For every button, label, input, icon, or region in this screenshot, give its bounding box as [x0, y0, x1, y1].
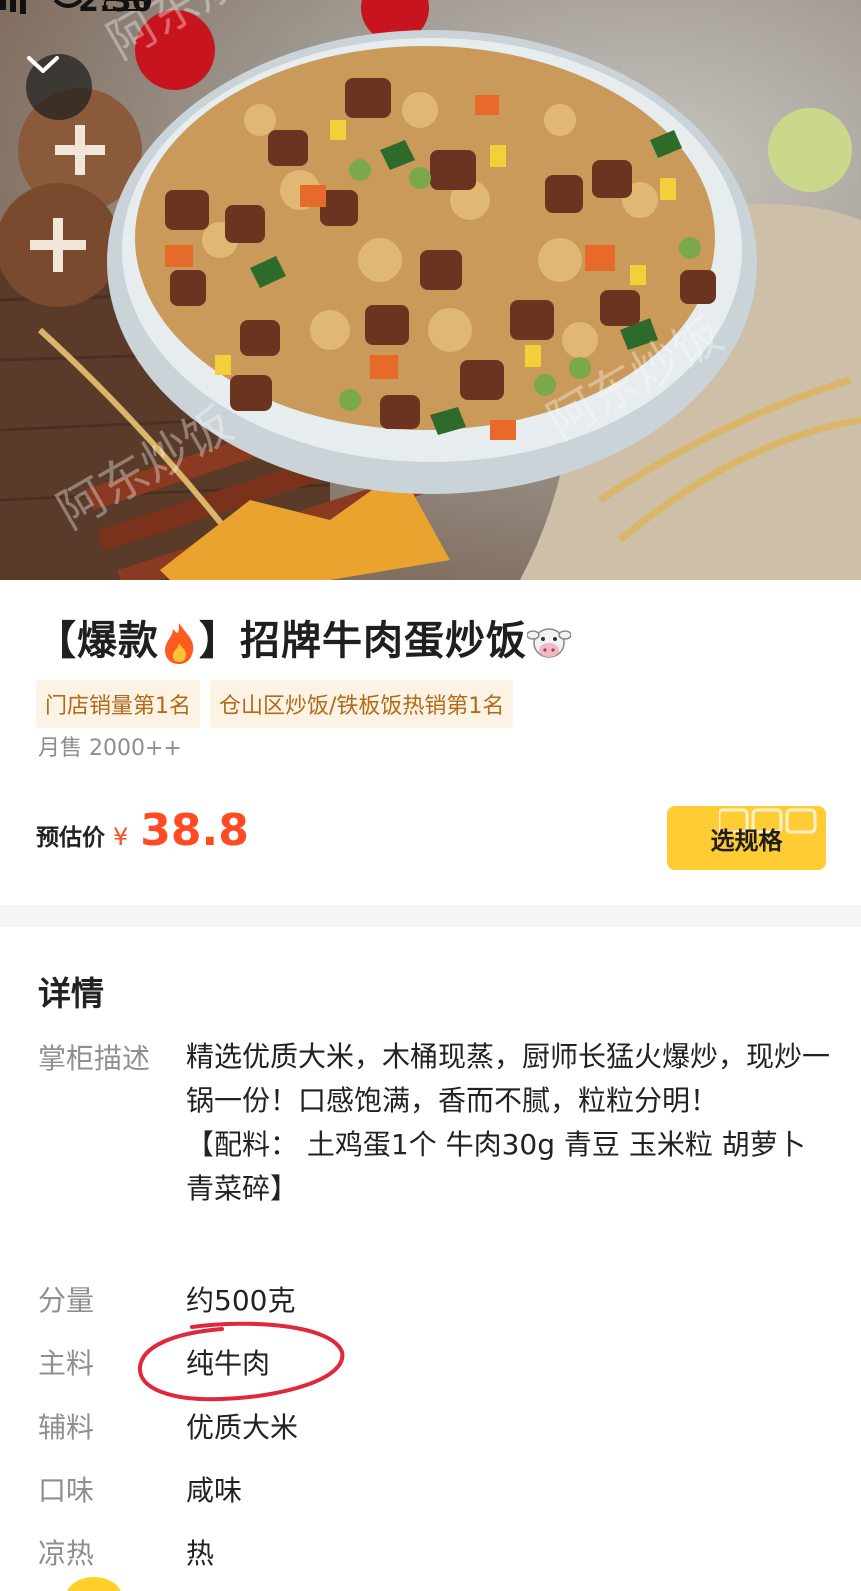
fried-rice-illustration: 阿东炒饭 阿东炒饭 阿东炒饭: [0, 0, 861, 580]
detail-value-side-ingredient: 优质大米: [186, 1411, 299, 1444]
detail-label-weight: 分量: [38, 1284, 95, 1317]
product-info: 【爆款 】招牌牛肉蛋炒饭 门店销量第1名 仓山区炒饭/铁板饭热销第1名 月售 2…: [0, 580, 861, 905]
status-icons: [0, 0, 146, 14]
fire-icon: [165, 623, 194, 664]
description-line: 【配料： 土鸡蛋1个 牛肉30g 青豆 玉米粒 胡萝卜 青菜碎】: [186, 1128, 806, 1205]
detail-label-temperature: 凉热: [38, 1537, 95, 1570]
detail-label-flavor: 口味: [38, 1474, 95, 1507]
select-spec-button[interactable]: 选规格: [667, 806, 826, 870]
detail-value-flavor: 咸味: [186, 1474, 243, 1507]
collapse-button[interactable]: [26, 54, 92, 120]
chevron-down-icon: [27, 56, 59, 73]
rank-tags: 门店销量第1名 仓山区炒饭/铁板饭热销第1名: [36, 680, 514, 728]
select-spec-label: 选规格: [710, 826, 783, 855]
cow-face-icon: [527, 628, 571, 658]
section-divider: [0, 905, 861, 927]
title-prefix: 【爆款: [36, 618, 159, 664]
details-section: 详情 掌柜描述 精选优质大米，木桶现蒸，厨师长猛火爆炒，现炒一锅一份！口感饱满，…: [0, 927, 861, 1591]
monthly-sales: 月售 2000++: [38, 736, 182, 761]
emoji-peek-icon: [66, 1577, 122, 1591]
description-line: 精选优质大米，木桶现蒸，厨师长猛火爆炒，现炒一锅一份！口感饱满，香而不腻，粒粒分…: [186, 1040, 831, 1117]
price-row: 预估价 ¥ 38.8: [36, 805, 249, 856]
price-label: 预估价: [36, 825, 105, 851]
red-circle-annotation: [137, 1321, 345, 1402]
detail-label-main-ingredient: 主料: [38, 1347, 95, 1380]
detail-value-temperature: 热: [186, 1537, 215, 1570]
title-main: 】招牌牛肉蛋炒饭: [199, 618, 527, 664]
description-text: 精选优质大米，木桶现蒸，厨师长猛火爆炒，现炒一锅一份！口感饱满，香而不腻，粒粒分…: [186, 1035, 836, 1211]
detail-label-side-ingredient: 辅料: [38, 1411, 95, 1444]
description-label: 掌柜描述: [38, 1042, 151, 1075]
rank-tag-district: 仓山区炒饭/铁板饭热销第1名: [210, 680, 514, 728]
currency-symbol: ¥: [113, 823, 129, 851]
price-value: 38.8: [140, 805, 249, 856]
details-title: 详情: [38, 974, 104, 1013]
rank-tag-store: 门店销量第1名: [36, 680, 200, 728]
detail-value-weight: 约500克: [186, 1284, 296, 1317]
product-title: 【爆款 】招牌牛肉蛋炒饭: [36, 608, 571, 666]
product-photo: 阿东炒饭 阿东炒饭 阿东炒饭 2:30: [0, 0, 861, 580]
